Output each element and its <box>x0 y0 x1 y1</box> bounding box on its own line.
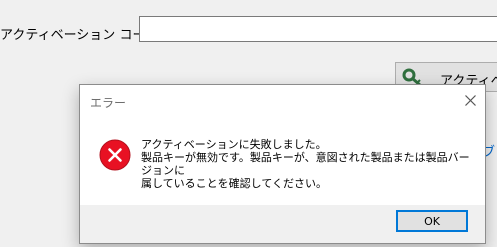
dialog-title: エラー <box>90 96 127 110</box>
dialog-close-button[interactable] <box>455 85 485 115</box>
error-message: アクティベーションに失敗しました。 製品キーが無効です。製品キーが、意図された製… <box>141 138 471 190</box>
message-line: 属していることを確認してください。 <box>141 177 328 190</box>
message-line: アクティベーションに失敗しました。 <box>141 138 327 151</box>
redaction-mark <box>146 17 446 41</box>
close-icon <box>464 94 476 106</box>
ok-button[interactable]: OK <box>396 210 468 232</box>
dialog-footer: OK <box>80 205 485 243</box>
message-line: 製品キーが無効です。製品キーが、意図された製品または製品バージョンに <box>141 151 470 177</box>
error-icon <box>99 139 131 171</box>
error-dialog: エラー アクティベーションに失敗しました。 製品キーが無効です。製品キーが、意図… <box>79 84 486 244</box>
activation-code-input[interactable] <box>139 16 497 42</box>
